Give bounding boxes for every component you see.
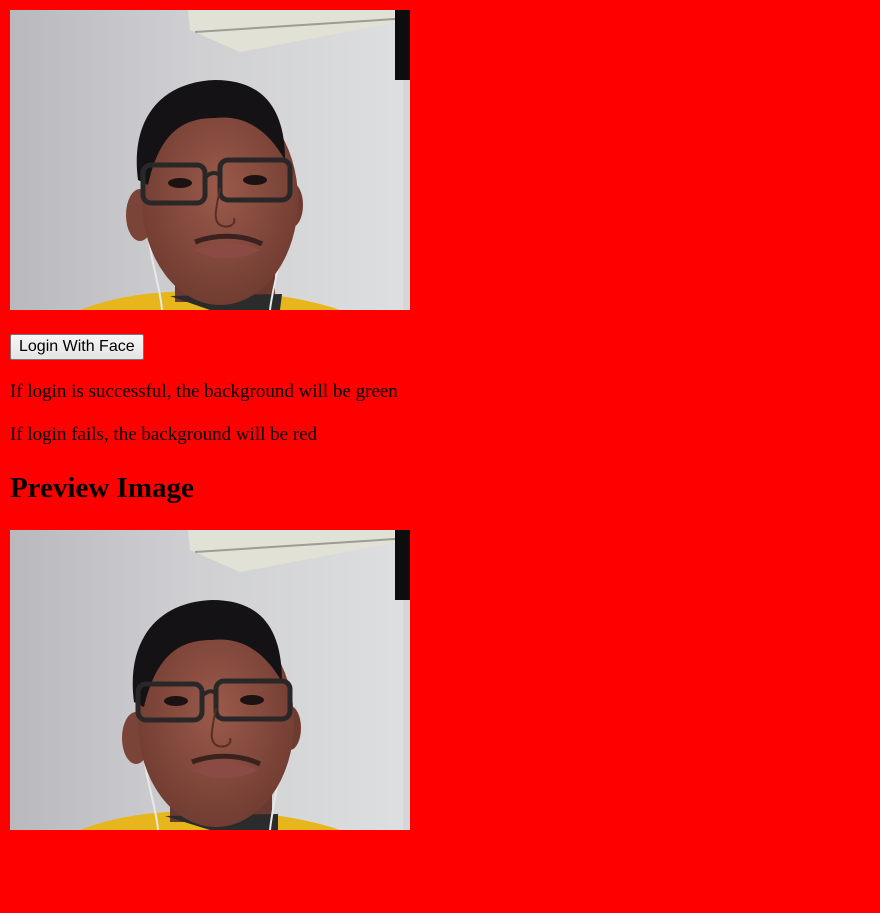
preview-heading: Preview Image xyxy=(10,472,194,504)
login-with-face-button[interactable]: Login With Face xyxy=(10,334,144,360)
success-message: If login is successful, the background w… xyxy=(10,381,398,402)
webcam-photo xyxy=(10,10,410,310)
page: Login With Face If login is successful, … xyxy=(0,0,880,913)
webcam-video xyxy=(10,10,410,310)
failure-message: If login fails, the background will be r… xyxy=(10,424,318,445)
preview-image xyxy=(10,530,410,830)
preview-photo xyxy=(10,530,410,830)
